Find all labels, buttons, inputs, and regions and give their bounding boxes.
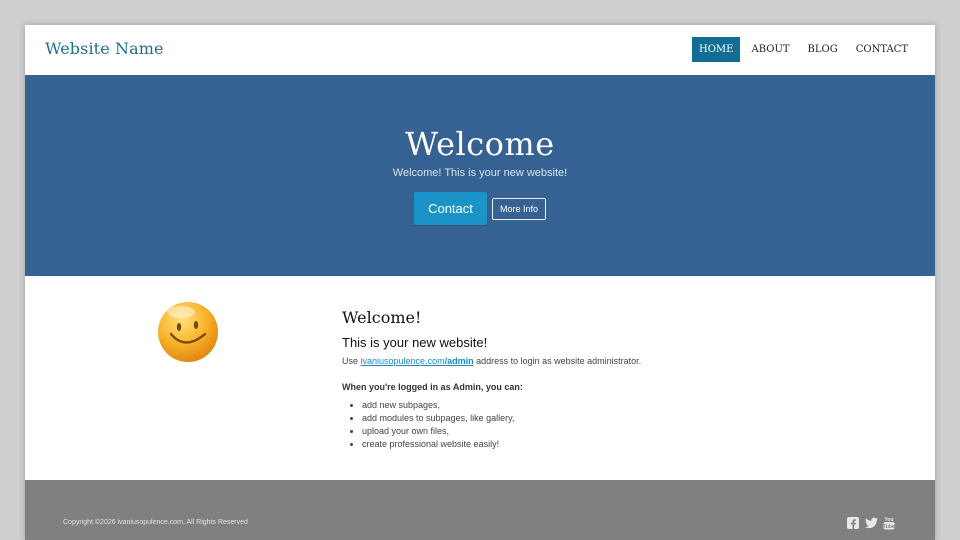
list-item: add modules to subpages, like gallery,	[362, 412, 742, 425]
hero-banner: Welcome Welcome! This is your new websit…	[25, 75, 935, 276]
nav-home[interactable]: HOME	[692, 37, 741, 62]
nav-contact[interactable]: CONTACT	[849, 37, 915, 62]
main-nav: HOME ABOUT BLOG CONTACT	[692, 37, 915, 62]
smiley-face-icon	[158, 302, 218, 362]
list-item: upload your own files,	[362, 425, 742, 438]
hero-subtitle: Welcome! This is your new website!	[392, 167, 568, 179]
youtube-icon[interactable]: You Tube	[883, 516, 895, 530]
page: Website Name HOME ABOUT BLOG CONTACT Wel…	[25, 25, 935, 540]
nav-about[interactable]: ABOUT	[744, 37, 796, 62]
admin-link-domain: ivaniusopulence.com	[360, 356, 445, 366]
copyright-text: Copyright ©2026 ivaniusopulence.com, All…	[63, 519, 248, 526]
content-heading: Welcome!	[342, 308, 422, 327]
site-header: Website Name HOME ABOUT BLOG CONTACT	[25, 25, 935, 75]
facebook-icon[interactable]	[847, 516, 859, 530]
admin-link-path: /admin	[444, 356, 474, 366]
list-item: add new subpages,	[362, 399, 742, 412]
site-footer: Copyright ©2026 ivaniusopulence.com, All…	[25, 480, 935, 540]
login-instructions: Use ivaniusopulence.com/admin address to…	[342, 356, 742, 366]
admin-capabilities-lead: When you're logged in as Admin, you can:	[342, 382, 523, 392]
admin-capabilities-list: add new subpages, add modules to subpage…	[342, 399, 742, 451]
site-logo-link[interactable]: Website Name	[45, 39, 164, 58]
main-content: Welcome! This is your new website! Use i…	[25, 276, 935, 480]
login-suffix: address to login as website administrato…	[473, 356, 642, 366]
admin-login-link[interactable]: ivaniusopulence.com/admin	[361, 356, 474, 366]
nav-blog[interactable]: BLOG	[801, 37, 845, 62]
list-item: create professional website easily!	[362, 438, 742, 451]
svg-text:Tube: Tube	[883, 524, 895, 530]
twitter-icon[interactable]	[865, 516, 878, 530]
login-prefix: Use	[342, 356, 361, 366]
hero-title: Welcome	[405, 125, 555, 163]
welcome-content: Welcome! This is your new website! Use i…	[342, 308, 742, 451]
hero-buttons: Contact More Info	[25, 192, 935, 225]
contact-button[interactable]: Contact	[413, 192, 487, 225]
content-subheading: This is your new website!	[342, 335, 488, 350]
social-links: You Tube	[847, 516, 895, 530]
more-info-button[interactable]: More Info	[491, 197, 547, 220]
